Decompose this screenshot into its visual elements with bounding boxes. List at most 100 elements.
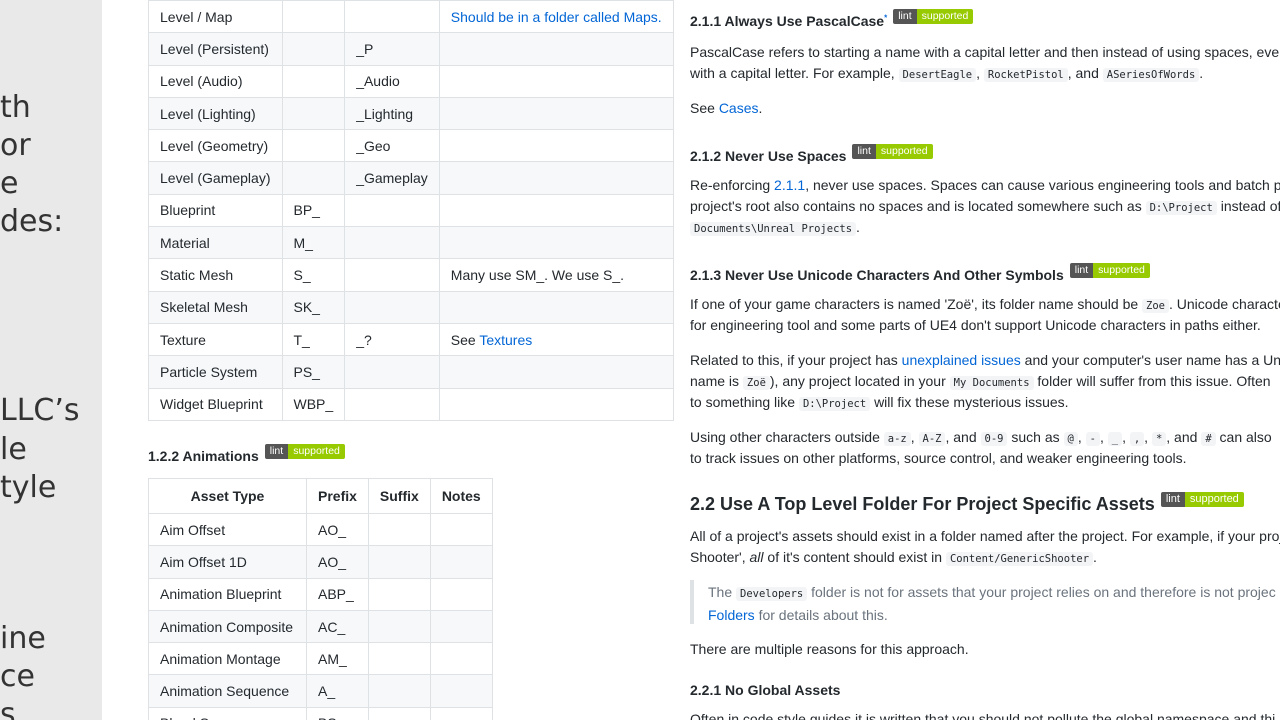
table-cell: See Textures [438, 322, 674, 357]
inline-code: Content/GenericShooter [945, 552, 1094, 566]
left-panel: th or e des: LLC’s le tyle ine ce s [0, 0, 103, 720]
table-cell: ABP_ [306, 577, 369, 611]
table-cell: Many use SM_. We use S_. [438, 258, 674, 292]
table-cell: AC_ [306, 609, 369, 644]
table-cell [438, 161, 674, 195]
table-row: Skeletal Mesh SK_ [148, 290, 674, 324]
table-cell: Aim Offset [148, 512, 307, 547]
cell-text: ABP_ [318, 586, 354, 603]
table-row: Static Mesh S_ Many use SM_. We use S_. [148, 258, 674, 292]
table-cell [281, 0, 346, 34]
text: with a capital letter. For example, [690, 65, 895, 81]
paragraph: name is Zoë), any project located in you… [690, 371, 1271, 394]
footnote-marker[interactable]: * [884, 13, 887, 22]
table-cell [438, 355, 674, 389]
table-row: Level (Gameplay) _Gameplay [148, 161, 674, 195]
table-cell [281, 32, 346, 66]
inline-code: ASeriesOfWords [1102, 68, 1200, 82]
cases-link[interactable]: Cases [719, 100, 759, 116]
cell-text: Level (Persistent) [160, 40, 269, 57]
inline-code: @ [1063, 432, 1078, 446]
table-row: Animation Blueprint ABP_ [148, 577, 493, 611]
maps-folder-link[interactable]: Should be in a folder called Maps. [451, 9, 662, 25]
table-row: Level / Map Should be in a folder called … [148, 0, 674, 34]
unexplained-issues-link[interactable]: unexplained issues [902, 352, 1021, 368]
section-2-1-1-link[interactable]: 2.1.1 [774, 177, 805, 193]
table-cell [344, 387, 440, 421]
heading-text: 2.1.2 Never Use Spaces [690, 148, 847, 164]
table-cell: Static Mesh [148, 258, 283, 292]
text: , [1077, 429, 1082, 445]
table-cell: WBP_ [281, 387, 346, 421]
table-cell: _Gameplay [344, 161, 440, 195]
cell-text: Level (Audio) [160, 73, 243, 90]
table-cell [438, 193, 674, 228]
left-text-fragment: des: [0, 204, 64, 239]
text: . [758, 100, 763, 116]
lint-supported-badge[interactable]: lint supported [1160, 492, 1244, 507]
table-cell [344, 258, 440, 292]
animations-heading: 1.2.2 Animations lint supported [148, 444, 345, 464]
table-cell: _? [344, 322, 440, 357]
cell-text: Blueprint [160, 202, 216, 219]
table-cell [344, 226, 440, 260]
heading-text: 2.2.1 No Global Assets [690, 682, 841, 698]
table-row: Level (Audio) _Audio [148, 64, 674, 98]
table-cell [429, 545, 493, 579]
cell-text: BP_ [293, 202, 320, 219]
section-2-1-3-heading: 2.1.3 Never Use Unicode Characters And O… [690, 263, 1150, 283]
left-text-fragment: tyle [0, 470, 57, 505]
table-cell [438, 129, 674, 163]
table-cell [367, 674, 431, 708]
cell-text: T_ [293, 331, 310, 348]
text: The [708, 584, 733, 600]
lint-supported-badge[interactable]: lint supported [264, 444, 345, 459]
table-row: Animation Montage AM_ [148, 642, 493, 676]
text: name is [690, 373, 740, 389]
text: Re-enforcing [690, 177, 771, 193]
table-cell: Animation Blueprint [148, 577, 307, 611]
left-text-fragment: or [0, 128, 31, 163]
paragraph: Often in code style guides it is written… [690, 709, 1275, 720]
heading-text: 2.2 Use A Top Level Folder For Project S… [690, 494, 1155, 514]
inline-code: D:\Project [798, 397, 871, 411]
table-cell: Should be in a folder called Maps. [438, 0, 674, 34]
folders-link[interactable]: Folders [708, 607, 755, 623]
section-2-2-heading: 2.2 Use A Top Level Folder For Project S… [690, 492, 1244, 515]
lint-supported-badge[interactable]: lint supported [893, 9, 974, 24]
table-cell [367, 512, 431, 547]
paragraph: project's root also contains no spaces a… [690, 196, 1280, 219]
text: There are multiple reasons for this appr… [690, 641, 969, 657]
text: , [1122, 429, 1126, 445]
table-cell [429, 706, 493, 720]
table-row: Animation Composite AC_ [148, 609, 493, 644]
table-row: Blend Space BS_ [148, 706, 493, 720]
table-row: Level (Geometry) _Geo [148, 129, 674, 163]
cell-text: Particle System [160, 363, 258, 380]
table-cell [429, 609, 493, 644]
table-cell [281, 96, 346, 131]
text: and your computer's user name has a Unic [1024, 352, 1280, 368]
inline-code: Zoë [742, 376, 770, 390]
cell-text: Animation Composite [160, 618, 294, 635]
paragraph: with a capital letter. For example, Dese… [690, 63, 1203, 86]
inline-code: Documents\Unreal Projects [690, 222, 857, 236]
cell-text: Level (Gameplay) [160, 170, 271, 187]
table-row: Blueprint BP_ [148, 193, 674, 228]
lint-supported-badge[interactable]: lint supported [852, 144, 933, 159]
inline-code: # [1201, 432, 1216, 446]
text: All of a project's assets should exist i… [690, 528, 1280, 544]
text: folder is not for assets that your proje… [811, 584, 1276, 600]
textures-link[interactable]: Textures [479, 332, 532, 348]
paragraph: to track issues on other platforms, sour… [690, 448, 1186, 469]
cell-text: Material [160, 234, 210, 251]
inline-code: _ [1107, 432, 1123, 446]
table-cell [344, 355, 440, 389]
lint-supported-badge[interactable]: lint supported [1069, 263, 1150, 278]
inline-code: a-z [883, 432, 911, 446]
cell-text: Level (Lighting) [160, 105, 256, 122]
table-cell [438, 64, 674, 98]
cell-text: Level (Geometry) [160, 137, 269, 154]
table-cell: AO_ [306, 512, 369, 547]
text: PascalCase refers to starting a name wit… [690, 44, 1280, 60]
